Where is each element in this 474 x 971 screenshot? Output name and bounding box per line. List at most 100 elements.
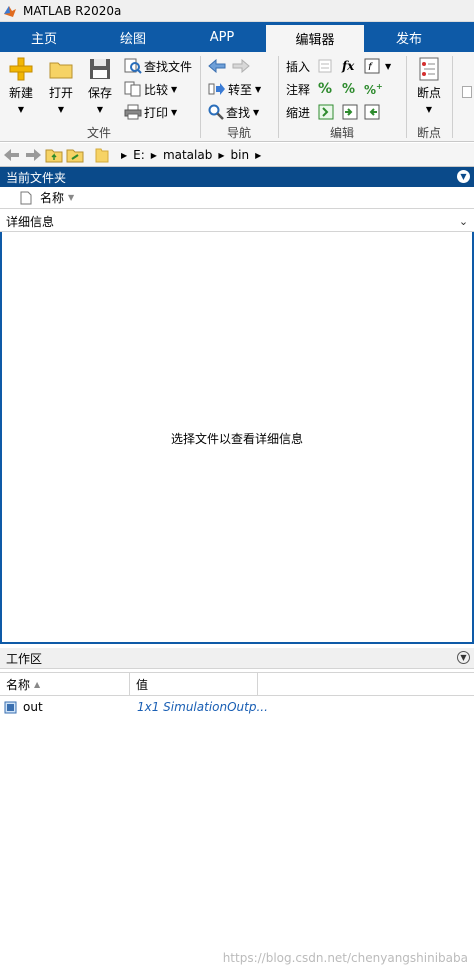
increase-indent-button[interactable]	[342, 102, 360, 122]
back-forward-buttons[interactable]	[208, 56, 252, 76]
breadcrumb-separator-icon: ▶	[121, 150, 128, 160]
function-icon: f	[364, 58, 380, 74]
print-label: 打印	[144, 105, 169, 120]
ribbon-divider	[406, 56, 407, 138]
compare-button[interactable]: 比较 ▼	[124, 79, 177, 99]
find-files-label: 查找文件	[144, 59, 193, 74]
chevron-down-icon: ▼	[385, 61, 392, 71]
forward-icon[interactable]	[24, 148, 42, 162]
goto-label: 转至	[228, 82, 253, 97]
file-icon	[20, 191, 32, 205]
back-icon[interactable]	[3, 148, 21, 162]
ribbon: 新建 ▼ 打开 ▼ 保存 ▼ 查找文件 比较 ▼ 打印 ▼ 文件 转至 ▼ 查找…	[0, 52, 474, 142]
save-button[interactable]: 保存 ▼	[82, 56, 118, 122]
matlab-window: MATLAB R2020a 主页 绘图 APP 编辑器 发布 新建 ▼ 打开 ▼…	[0, 0, 474, 971]
breadcrumb-folder[interactable]: matalab	[163, 148, 212, 162]
arrow-left-icon[interactable]	[208, 59, 226, 73]
workspace-header: 工作区 ▼	[0, 648, 474, 669]
fx-button[interactable]: fx	[342, 56, 354, 76]
browse-folder-icon[interactable]	[66, 147, 84, 163]
compare-icon	[124, 81, 142, 97]
window-title: MATLAB R2020a	[23, 3, 122, 18]
sort-down-icon: ▼	[68, 193, 75, 202]
details-body: 选择文件以查看详细信息	[0, 232, 474, 644]
value-column-label: 值	[136, 677, 149, 692]
chevron-down-icon: ▼	[255, 84, 262, 94]
find-button[interactable]: 查找 ▼	[208, 102, 259, 122]
save-label: 保存	[87, 86, 112, 100]
breadcrumb: ▶ E: ▶ matalab ▶ bin ▶	[95, 145, 267, 165]
uncomment-button[interactable]: %	[342, 79, 355, 99]
breadcrumb-separator-icon: ▶	[255, 150, 262, 160]
find-files-button[interactable]: 查找文件	[124, 56, 192, 76]
name-column-label: 名称	[40, 191, 65, 205]
new-button[interactable]: 新建 ▼	[3, 56, 39, 122]
indent-button[interactable]: 缩进	[286, 102, 336, 122]
chevron-down-icon: ▼	[171, 84, 178, 94]
chevron-down-icon[interactable]: ⌄	[457, 215, 470, 228]
title-bar: MATLAB R2020a	[0, 0, 474, 22]
value-column-header[interactable]: 值	[130, 672, 258, 696]
variable-value: 1x1 SimulationOutp...	[137, 700, 268, 714]
tab-apps[interactable]: APP	[178, 22, 266, 52]
table-row[interactable]: out 1x1 SimulationOutp...	[0, 697, 474, 717]
matlab-logo-icon	[4, 5, 16, 17]
address-bar: ▶ E: ▶ matalab ▶ bin ▶	[0, 143, 474, 167]
insert-button[interactable]: 插入	[286, 56, 336, 76]
up-folder-icon[interactable]	[45, 147, 63, 163]
navigate-group: 转至 ▼ 查找 ▼ 导航	[202, 52, 276, 142]
variable-name: out	[23, 700, 43, 714]
smart-indent-icon	[318, 104, 334, 120]
ribbon-divider	[452, 56, 453, 138]
chevron-down-icon: ▼	[425, 105, 433, 114]
goto-button[interactable]: 转至 ▼	[208, 79, 261, 99]
details-title: 详细信息	[6, 215, 55, 229]
function-button[interactable]: f ▼	[364, 56, 391, 76]
tab-publish[interactable]: 发布	[364, 22, 454, 52]
name-column-header[interactable]: 名称 ▼	[0, 187, 474, 209]
current-folder-title: 当前文件夹	[6, 170, 67, 185]
breadcrumb-folder[interactable]: bin	[231, 148, 250, 162]
breadcrumb-separator-icon: ▶	[150, 150, 157, 160]
arrow-right-icon[interactable]	[232, 59, 250, 73]
increase-indent-icon	[342, 104, 358, 120]
name-column-header[interactable]: 名称 ▲	[0, 672, 130, 696]
breadcrumb-drive[interactable]: E:	[133, 148, 145, 162]
navigate-group-label: 导航	[226, 126, 251, 140]
run-icon	[462, 86, 472, 98]
breakpoints-icon	[419, 57, 439, 81]
wrap-comments-button[interactable]: %+	[364, 79, 383, 99]
tab-editor[interactable]: 编辑器	[266, 25, 364, 52]
workspace-title: 工作区	[6, 651, 43, 666]
ribbon-divider	[278, 56, 279, 138]
details-empty-message: 选择文件以查看详细信息	[170, 432, 303, 446]
search-icon	[208, 104, 224, 120]
details-header[interactable]: 详细信息 ⌄	[0, 212, 474, 232]
panel-menu-icon[interactable]: ▼	[457, 170, 470, 183]
sort-up-icon: ▲	[34, 679, 41, 689]
chevron-down-icon: ▼	[253, 107, 260, 117]
ribbon-tab-bar: 主页 绘图 APP 编辑器 发布	[0, 22, 474, 52]
ribbon-divider	[200, 56, 201, 138]
breakpoints-label: 断点	[416, 86, 441, 100]
printer-icon	[124, 104, 142, 120]
run-group-partial[interactable]	[462, 86, 474, 100]
tab-plots[interactable]: 绘图	[88, 22, 178, 52]
insert-section-icon	[318, 59, 334, 73]
floppy-disk-icon	[90, 59, 110, 79]
open-button[interactable]: 打开 ▼	[43, 56, 79, 122]
tab-home[interactable]: 主页	[0, 22, 88, 52]
current-folder-header: 当前文件夹 ▼	[0, 167, 474, 187]
file-group: 新建 ▼ 打开 ▼ 保存 ▼ 查找文件 比较 ▼ 打印 ▼ 文件	[0, 52, 198, 142]
name-column-label: 名称	[6, 677, 31, 692]
workspace-body: out 1x1 SimulationOutp... https://blog.c…	[0, 697, 474, 971]
breakpoints-button[interactable]: 断点 ▼	[411, 56, 447, 122]
find-files-icon	[124, 58, 142, 74]
breakpoints-group-label: 断点	[416, 126, 441, 140]
wrap-comments-icon: %+	[364, 81, 383, 97]
decrease-indent-button[interactable]	[364, 102, 382, 122]
panel-menu-icon[interactable]: ▼	[457, 651, 470, 664]
comment-button[interactable]: 注释 %	[286, 79, 332, 99]
chevron-down-icon: ▼	[171, 107, 178, 117]
print-button[interactable]: 打印 ▼	[124, 102, 177, 122]
